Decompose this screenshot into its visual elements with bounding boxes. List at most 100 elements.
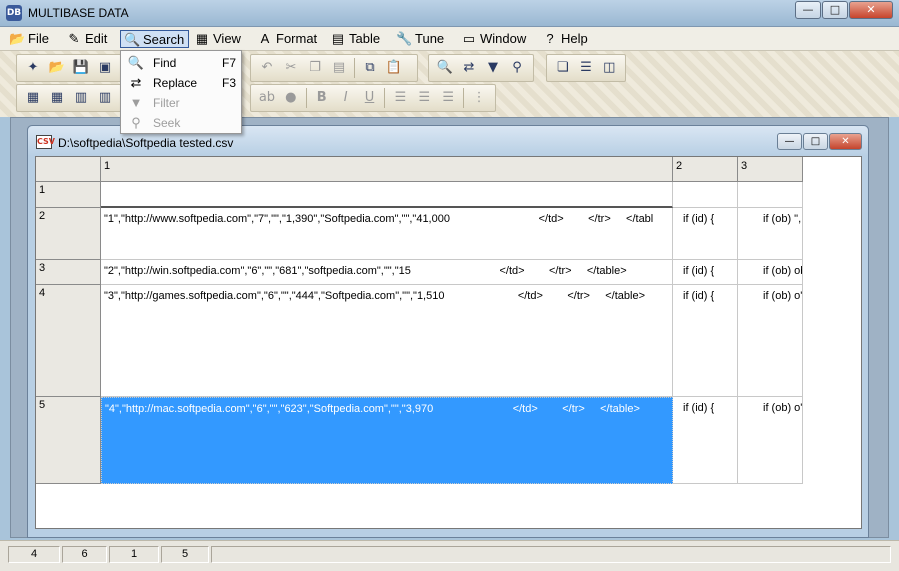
- table-cell[interactable]: if (ob) o': [738, 285, 803, 397]
- copy-icon[interactable]: ❐: [304, 57, 326, 79]
- list-icon[interactable]: ⋮: [468, 87, 490, 109]
- paste-icon[interactable]: ▤: [328, 57, 350, 79]
- row-header[interactable]: 1: [36, 182, 101, 208]
- status-panel-4: 5: [161, 546, 209, 563]
- app-icon: DB: [6, 5, 22, 21]
- view-icon: ▦: [195, 31, 209, 46]
- table-cell[interactable]: [673, 182, 738, 208]
- seek-icon[interactable]: ⚲: [506, 57, 528, 79]
- menu-item-seek[interactable]: ⚲ Seek: [121, 113, 241, 133]
- row-header[interactable]: 2: [36, 208, 101, 260]
- cascade-icon[interactable]: ❏: [552, 57, 573, 79]
- grid1-icon[interactable]: ▦: [22, 87, 44, 109]
- toolbar-separator: [384, 88, 386, 108]
- filter-icon[interactable]: ▼: [482, 57, 504, 79]
- align-right-icon[interactable]: ☰: [437, 87, 459, 109]
- grid4-icon[interactable]: ▥: [94, 87, 116, 109]
- italic-icon[interactable]: I: [335, 87, 357, 109]
- menubar: 📂 File ✎ Edit 🔍 Search ▦ View A Format ▤ Table…: [0, 27, 899, 51]
- format-icon: A: [260, 31, 270, 46]
- menu-item-find[interactable]: 🔍 Find F7: [121, 53, 241, 73]
- table-cell[interactable]: "1","http://www.softpedia.com","7","","1…: [101, 208, 673, 260]
- menu-item-filter[interactable]: ▼ Filter: [121, 93, 241, 113]
- column-header[interactable]: 1: [101, 157, 673, 182]
- menu-window[interactable]: ▭ Window: [458, 30, 530, 48]
- save-icon[interactable]: 💾: [70, 57, 92, 79]
- tile-vertical-icon[interactable]: ◫: [599, 57, 620, 79]
- row-header[interactable]: 4: [36, 285, 101, 397]
- menu-edit[interactable]: ✎ Edit: [63, 30, 111, 48]
- cut-icon[interactable]: ✂: [280, 57, 302, 79]
- menu-table[interactable]: ▤ Table: [327, 30, 384, 48]
- toolbar-edit: ↶ ✂ ❐ ▤ ⧉ 📋: [250, 54, 418, 82]
- tile-horizontal-icon[interactable]: ☰: [575, 57, 596, 79]
- menu-search[interactable]: 🔍 Search: [120, 30, 190, 48]
- row-header[interactable]: 3: [36, 260, 101, 285]
- minimize-button[interactable]: —: [795, 1, 821, 19]
- align-center-icon[interactable]: ☰: [413, 87, 435, 109]
- status-panel-3: 1: [109, 546, 159, 563]
- new-icon[interactable]: ✦: [22, 57, 44, 79]
- menu-file[interactable]: 📂 File: [6, 30, 53, 48]
- document-window: CSV D:\softpedia\Softpedia tested.csv — …: [27, 125, 869, 538]
- menu-view[interactable]: ▦ View: [191, 30, 245, 48]
- table-cell-selected[interactable]: "4","http://mac.softpedia.com","6","","6…: [101, 397, 673, 484]
- status-bar: 4 6 1 5: [0, 540, 899, 571]
- table-cell[interactable]: if (ob) ",: [738, 208, 803, 260]
- open-icon[interactable]: 📂: [46, 57, 68, 79]
- find-icon[interactable]: 🔍: [434, 57, 456, 79]
- close-button[interactable]: ✕: [849, 1, 893, 19]
- seek-icon: ⚲: [131, 115, 141, 130]
- copy2-icon[interactable]: ⧉: [359, 57, 381, 79]
- status-panel-1: 4: [8, 546, 60, 563]
- column-header[interactable]: 3: [738, 157, 803, 182]
- column-header[interactable]: 2: [673, 157, 738, 182]
- toolbar-separator: [463, 88, 465, 108]
- row-header[interactable]: 5: [36, 397, 101, 484]
- print-icon[interactable]: ▣: [94, 57, 116, 79]
- doc-maximize-button[interactable]: □: [803, 133, 828, 150]
- status-panel-message: [211, 546, 891, 563]
- underline-icon[interactable]: U: [359, 87, 381, 109]
- edit-icon: ✎: [68, 31, 80, 46]
- table-cell[interactable]: "3","http://games.softpedia.com","6","",…: [101, 285, 673, 397]
- help-icon: ?: [546, 31, 554, 46]
- toolbar-search: 🔍 ⇄ ▼ ⚲: [428, 54, 534, 82]
- menu-tune[interactable]: 🔧 Tune: [393, 30, 448, 48]
- color-icon[interactable]: ●: [280, 87, 302, 109]
- table-cell[interactable]: [738, 182, 803, 208]
- table-cell[interactable]: if (ob) ob: [738, 260, 803, 285]
- find-icon: 🔍: [127, 55, 145, 70]
- search-icon: 🔍: [124, 32, 141, 47]
- table-cell[interactable]: if (id) {: [673, 260, 738, 285]
- table-cell[interactable]: if (id) {: [673, 285, 738, 397]
- doc-minimize-button[interactable]: —: [777, 133, 802, 150]
- table-cell[interactable]: "2","http://win.softpedia.com","6","","6…: [101, 260, 673, 285]
- menu-item-replace[interactable]: ⇄ Replace F3: [121, 73, 241, 93]
- menu-format[interactable]: A Format: [254, 30, 321, 48]
- maximize-button[interactable]: □: [822, 1, 848, 19]
- spell-icon[interactable]: ab: [256, 87, 278, 109]
- undo-icon[interactable]: ↶: [256, 57, 278, 79]
- menu-help[interactable]: ? Help: [539, 30, 592, 48]
- search-menu-dropdown: 🔍 Find F7 ⇄ Replace F3 ▼ Filter ⚲ Seek: [120, 50, 242, 134]
- table-cell[interactable]: [101, 182, 673, 208]
- tune-icon: 🔧: [396, 31, 413, 46]
- table-cell[interactable]: if (ob) o': [738, 397, 803, 484]
- doc-close-button[interactable]: ✕: [829, 133, 862, 150]
- document-title: D:\softpedia\Softpedia tested.csv: [58, 136, 234, 150]
- window-icon: ▭: [462, 31, 476, 46]
- app-titlebar: DB MULTIBASE DATA — □ ✕: [0, 0, 899, 27]
- toolbar-window: ❏ ☰ ◫: [546, 54, 626, 82]
- bold-icon[interactable]: B: [311, 87, 333, 109]
- file-icon: 📂: [9, 31, 26, 46]
- paste2-icon[interactable]: 📋: [383, 57, 405, 79]
- table-cell[interactable]: if (id) {: [673, 397, 738, 484]
- grid-corner[interactable]: [36, 157, 101, 182]
- toolbar-format: ab ● B I U ☰ ☰ ☰ ⋮: [250, 84, 496, 112]
- table-cell[interactable]: if (id) {: [673, 208, 738, 260]
- grid2-icon[interactable]: ▦: [46, 87, 68, 109]
- replace-icon[interactable]: ⇄: [458, 57, 480, 79]
- align-left-icon[interactable]: ☰: [389, 87, 411, 109]
- grid3-icon[interactable]: ▥: [70, 87, 92, 109]
